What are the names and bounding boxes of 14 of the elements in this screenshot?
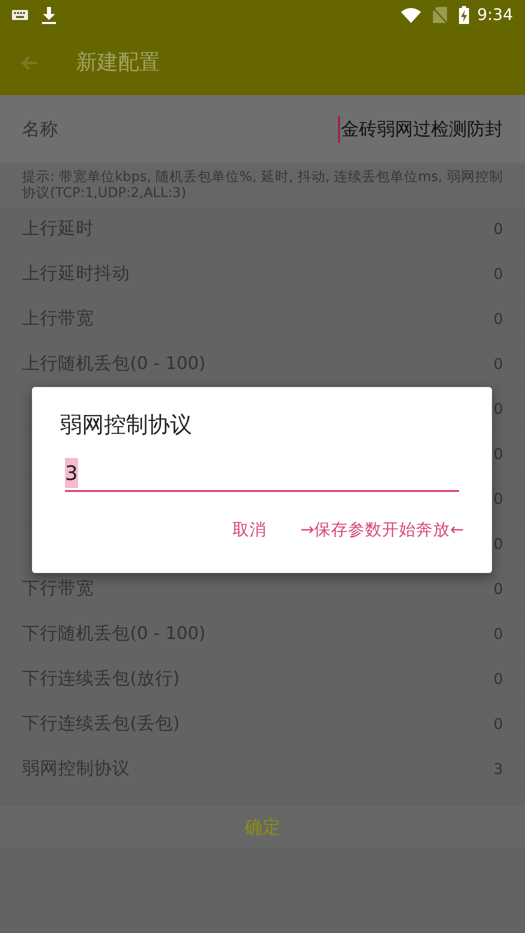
dialog-title: 弱网控制协议 xyxy=(60,412,193,440)
name-label: 名称 xyxy=(22,118,58,142)
download-icon xyxy=(42,6,56,24)
keyboard-icon xyxy=(12,10,28,20)
save-start-button[interactable]: →保存参数开始奔放← xyxy=(300,518,464,543)
back-arrow-icon[interactable] xyxy=(20,54,38,70)
no-sim-icon xyxy=(433,7,448,23)
name-input[interactable]: 金砖弱网过检测防封 xyxy=(338,116,503,142)
cancel-button[interactable]: 取消 xyxy=(232,518,266,543)
clock-time: 9:34 xyxy=(477,4,513,26)
wifi-icon xyxy=(401,8,422,22)
battery-charging-icon xyxy=(459,6,470,24)
protocol-input[interactable]: 3 xyxy=(65,456,459,492)
screen-title: 新建配置 xyxy=(76,48,160,76)
